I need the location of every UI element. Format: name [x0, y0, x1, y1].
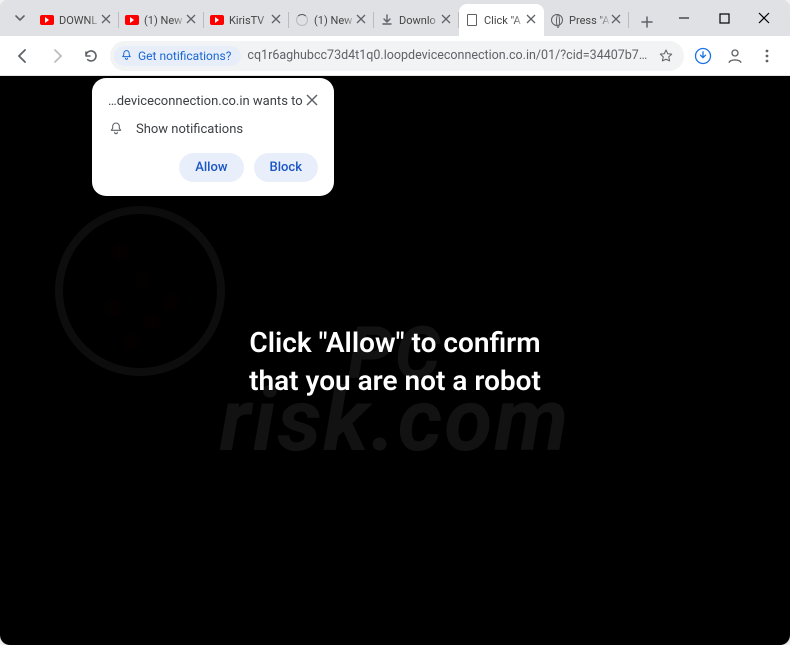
close-icon[interactable]	[271, 14, 283, 26]
maximize-button[interactable]	[704, 0, 744, 36]
download-circle-icon	[693, 46, 713, 66]
download-icon	[380, 13, 394, 27]
tab-strip: DOWNL (1) New KirisTV (1) New Downlo	[0, 0, 790, 36]
maximize-icon	[719, 13, 730, 24]
youtube-icon	[125, 13, 139, 27]
tab-title: (1) New	[314, 14, 356, 27]
close-icon[interactable]	[526, 14, 538, 26]
tab-item[interactable]: KirisTV	[204, 4, 289, 36]
forward-button[interactable]	[42, 41, 72, 71]
plus-icon	[641, 16, 653, 28]
tab-item[interactable]: (1) New	[289, 4, 374, 36]
chevron-down-icon	[14, 12, 26, 24]
tab-item[interactable]: Press "A	[544, 4, 629, 36]
page-viewport: PC risk.com Click "Allow" to confirm tha…	[0, 76, 790, 645]
close-window-button[interactable]	[744, 0, 784, 36]
menu-button[interactable]	[752, 41, 782, 71]
profile-button[interactable]	[720, 41, 750, 71]
minimize-button[interactable]	[664, 0, 704, 36]
loading-spinner-icon	[295, 13, 309, 27]
tab-item[interactable]: Downlo	[374, 4, 459, 36]
arrow-left-icon	[15, 48, 31, 64]
browser-window: DOWNL (1) New KirisTV (1) New Downlo	[0, 0, 790, 645]
permission-chip[interactable]: Get notifications?	[114, 46, 241, 66]
new-tab-button[interactable]	[633, 8, 661, 36]
page-message: Click "Allow" to confirm that you are no…	[40, 324, 751, 400]
kebab-icon	[759, 48, 775, 64]
toolbar: Get notifications? cq1r6aghubcc73d4t1q0.…	[0, 36, 790, 76]
tab-item-active[interactable]: Click "A	[459, 4, 544, 36]
tab-title: Click "A	[484, 14, 526, 27]
bell-icon	[108, 121, 124, 137]
globe-icon	[550, 13, 564, 27]
tab-title: Press "A	[569, 14, 611, 27]
tab-item[interactable]: (1) New	[119, 4, 204, 36]
close-icon[interactable]	[441, 14, 453, 26]
notification-permission-popup: …deviceconnection.co.in wants to Show no…	[92, 78, 334, 196]
youtube-icon	[210, 13, 224, 27]
minimize-icon	[678, 12, 690, 24]
reload-icon	[83, 48, 99, 64]
block-button[interactable]: Block	[254, 153, 318, 182]
url-text: cq1r6aghubcc73d4t1q0.loopdeviceconnectio…	[247, 48, 652, 63]
reload-button[interactable]	[76, 41, 106, 71]
profile-icon	[726, 47, 744, 65]
tab-search-button[interactable]	[6, 0, 34, 36]
bookmark-button[interactable]	[658, 48, 674, 64]
back-button[interactable]	[8, 41, 38, 71]
star-icon	[658, 48, 674, 64]
page-message-line1: Click "Allow" to confirm	[40, 324, 751, 362]
notification-body-text: Show notifications	[136, 122, 243, 137]
tab-title: DOWNL	[59, 14, 101, 27]
toolbar-right	[688, 41, 782, 71]
page-message-line2: that you are not a robot	[40, 362, 751, 400]
close-icon[interactable]	[611, 14, 623, 26]
close-icon[interactable]	[101, 14, 113, 26]
window-controls	[664, 0, 784, 36]
tab-title: KirisTV	[229, 14, 271, 27]
permission-chip-label: Get notifications?	[138, 49, 231, 63]
notification-site-text: …deviceconnection.co.in wants to	[108, 94, 303, 109]
document-icon	[465, 13, 479, 27]
tabs-container: DOWNL (1) New KirisTV (1) New Downlo	[34, 4, 629, 36]
close-icon	[306, 94, 318, 106]
arrow-right-icon	[49, 48, 65, 64]
bell-icon	[120, 49, 133, 62]
tab-title: Downlo	[399, 14, 441, 27]
address-bar[interactable]: Get notifications? cq1r6aghubcc73d4t1q0.…	[110, 41, 684, 71]
youtube-icon	[40, 13, 54, 27]
notification-close-button[interactable]	[306, 94, 318, 106]
close-icon	[758, 12, 770, 24]
downloads-button[interactable]	[688, 41, 718, 71]
close-icon[interactable]	[186, 14, 198, 26]
tab-item[interactable]: DOWNL	[34, 4, 119, 36]
tab-title: (1) New	[144, 14, 186, 27]
close-icon[interactable]	[356, 14, 368, 26]
allow-button[interactable]: Allow	[179, 153, 243, 182]
